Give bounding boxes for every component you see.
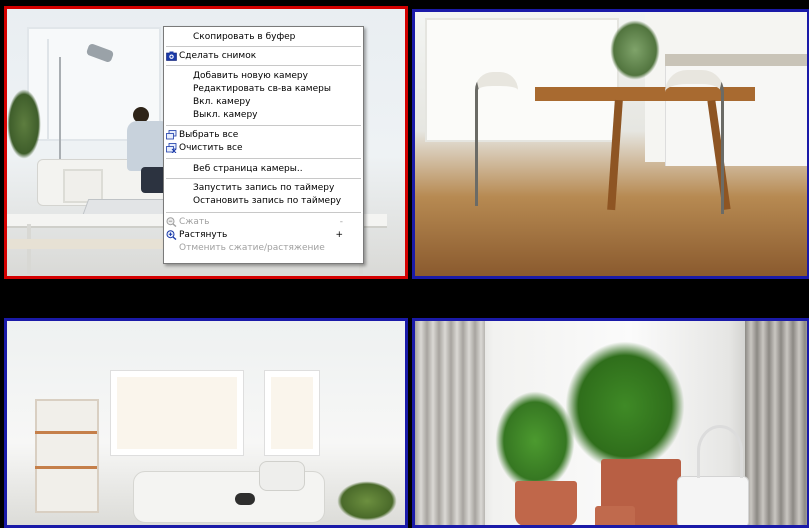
- menu-item-label: Сделать снимок: [179, 51, 257, 61]
- zoom-in-icon: [166, 230, 177, 241]
- shelf-line: [35, 431, 97, 434]
- menu-item-snapshot[interactable]: Сделать снимок: [164, 50, 363, 62]
- menu-item-label: Вкл. камеру: [193, 97, 251, 107]
- camera-icon: [166, 51, 177, 61]
- shelf: [35, 399, 99, 513]
- menu-item-clear-all[interactable]: Очистить все: [164, 142, 363, 154]
- menu-item-label: Выбрать все: [179, 130, 239, 140]
- menu-item-web-page[interactable]: Веб страница камеры..: [164, 163, 363, 175]
- menu-item-shortcut: -: [339, 217, 343, 227]
- plant: [7, 89, 41, 159]
- kitchen-counter: [665, 54, 807, 66]
- menu-item-shrink[interactable]: Сжать -: [164, 216, 363, 228]
- watering-can: [677, 476, 749, 525]
- cushion: [259, 461, 305, 491]
- menu-separator: [166, 212, 361, 213]
- camera-view-3[interactable]: [4, 318, 408, 528]
- menu-item-stop-timer-recording[interactable]: Остановить запись по таймеру: [164, 195, 363, 207]
- window-left: [111, 371, 243, 455]
- curtain: [415, 321, 485, 525]
- flower-pot-small: [595, 506, 635, 525]
- menu-item-select-all[interactable]: Выбрать все: [164, 129, 363, 141]
- menu-separator: [166, 65, 361, 66]
- plant: [610, 20, 660, 80]
- menu-item-copy-buffer[interactable]: Скопировать в буфер: [164, 31, 363, 43]
- menu-item-label: Выкл. камеру: [193, 110, 258, 120]
- cushion-box: [63, 169, 103, 203]
- menu-item-label: Запустить запись по таймеру: [193, 183, 335, 193]
- menu-item-camera-on[interactable]: Вкл. камеру: [164, 96, 363, 108]
- menu-item-shortcut: +: [335, 230, 343, 240]
- select-all-icon: [166, 130, 177, 140]
- camera-view-4[interactable]: [412, 318, 809, 528]
- menu-separator: [166, 178, 361, 179]
- menu-item-label: Добавить новую камеру: [193, 71, 308, 81]
- menu-item-label: Скопировать в буфер: [193, 32, 296, 42]
- window-pane: [47, 39, 49, 139]
- window: [425, 18, 619, 142]
- camera-view-2[interactable]: [412, 9, 809, 279]
- flower-pot: [515, 481, 577, 525]
- chair: [475, 72, 518, 206]
- shelf-line: [35, 466, 97, 469]
- menu-item-cancel-stretch[interactable]: Отменить сжатие/растяжение: [164, 242, 363, 254]
- menu-item-label: Очистить все: [179, 143, 243, 153]
- chair: [665, 70, 724, 214]
- menu-item-label: Веб страница камеры..: [193, 164, 303, 174]
- curtain: [745, 321, 807, 525]
- floor-lamp-stand: [59, 57, 61, 167]
- menu-item-stretch[interactable]: Растянуть +: [164, 229, 363, 241]
- zoom-out-icon: [166, 217, 177, 228]
- menu-separator: [166, 46, 361, 47]
- menu-item-label: Отменить сжатие/растяжение: [179, 243, 325, 253]
- menu-item-edit-camera[interactable]: Редактировать св-ва камеры: [164, 83, 363, 95]
- context-menu: Скопировать в буфер Сделать снимок Добав…: [163, 26, 364, 264]
- menu-item-label: Растянуть: [179, 230, 228, 240]
- menu-item-label: Остановить запись по таймеру: [193, 196, 342, 206]
- menu-item-label: Редактировать св-ва камеры: [193, 84, 331, 94]
- window-right: [265, 371, 319, 455]
- menu-item-add-camera[interactable]: Добавить новую камеру: [164, 70, 363, 82]
- menu-separator: [166, 158, 361, 159]
- plant-leaves: [565, 341, 685, 471]
- pet: [235, 493, 255, 505]
- watering-can-handle: [697, 425, 743, 478]
- menu-item-start-timer-recording[interactable]: Запустить запись по таймеру: [164, 182, 363, 194]
- menu-item-label: Сжать: [179, 217, 210, 227]
- plant: [337, 481, 397, 521]
- menu-separator: [166, 125, 361, 126]
- plant-leaves: [495, 391, 575, 491]
- clear-all-icon: [166, 143, 177, 154]
- menu-item-camera-off[interactable]: Выкл. камеру: [164, 109, 363, 121]
- table-leg: [27, 224, 31, 274]
